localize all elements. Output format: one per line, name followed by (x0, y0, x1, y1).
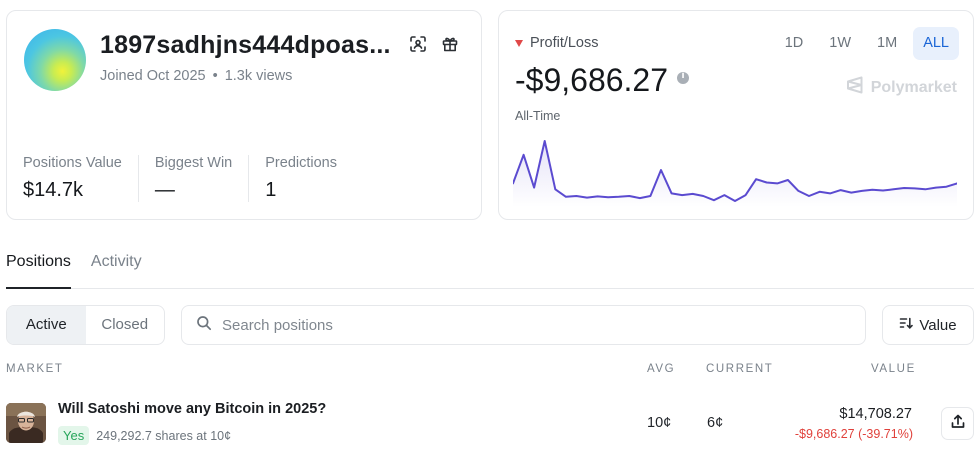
range-tab-all[interactable]: ALL (913, 27, 959, 60)
stat-label: Predictions (265, 155, 337, 171)
stat-label: Positions Value (23, 155, 122, 171)
scan-icon[interactable] (409, 35, 427, 53)
position-value: $14,708.27 (839, 406, 912, 422)
joined-date: Joined Oct 2025 (100, 68, 206, 84)
share-button[interactable] (941, 407, 974, 440)
stat-label: Biggest Win (154, 155, 233, 171)
range-tabs: 1D 1W 1M ALL (775, 27, 959, 60)
sort-icon (899, 316, 914, 334)
gift-icon[interactable] (441, 35, 459, 53)
profile-stats: Positions Value $14.7k Biggest Win — Pre… (23, 155, 353, 202)
sort-label: Value (919, 316, 957, 334)
market-subline: Yes 249,292.7 shares at 10¢ (58, 426, 231, 445)
search-box (181, 305, 866, 345)
column-header-current: CURRENT (706, 363, 774, 375)
market-title[interactable]: Will Satoshi move any Bitcoin in 2025? (58, 401, 326, 417)
pnl-period: All-Time (515, 109, 561, 123)
shares-text: 249,292.7 shares at 10¢ (96, 428, 232, 443)
outcome-badge: Yes (58, 426, 90, 445)
position-pnl: -$9,686.27 (-39.71%) (794, 427, 913, 441)
view-count: 1.3k views (224, 68, 293, 84)
status-toggle: Active Closed (6, 305, 165, 345)
pnl-chart (513, 140, 957, 207)
tab-positions[interactable]: Positions (6, 241, 71, 289)
stat-value: 1 (265, 179, 277, 201)
stat-positions-value: Positions Value $14.7k (23, 155, 138, 202)
pnl-label: Profit/Loss (515, 35, 599, 51)
pnl-card: Profit/Loss 1D 1W 1M ALL -$9,686.27 All-… (498, 10, 974, 220)
stat-biggest-win: Biggest Win — (137, 155, 248, 202)
info-icon[interactable] (677, 71, 690, 84)
brand-name: Polymarket (870, 78, 957, 96)
separator-dot: • (212, 68, 218, 84)
main-tabs: Positions Activity (6, 241, 974, 289)
range-tab-1d[interactable]: 1D (775, 27, 814, 60)
pnl-value: -$9,686.27 (515, 62, 690, 99)
search-input[interactable] (222, 316, 822, 334)
avg-price: 10¢ (647, 415, 672, 431)
down-triangle-icon (515, 39, 523, 47)
pnl-label-text: Profit/Loss (530, 35, 599, 51)
column-header-value: VALUE (871, 363, 916, 375)
stat-value: — (154, 179, 175, 201)
share-icon (951, 414, 965, 434)
sort-button[interactable]: Value (882, 305, 974, 345)
current-price: 6¢ (707, 415, 724, 431)
username: 1897sadhjns444dpoas... (100, 31, 391, 59)
polymarket-logo-icon (846, 75, 864, 100)
column-header-avg: AVG (647, 363, 676, 375)
column-header-market: MARKET (6, 363, 64, 375)
tab-activity[interactable]: Activity (91, 241, 142, 289)
profile-card: 1897sadhjns444dpoas... Joined Oct 2025 • 1… (6, 10, 482, 220)
brand-watermark: Polymarket (846, 75, 957, 100)
stat-value: $14.7k (23, 179, 84, 201)
range-tab-1m[interactable]: 1M (867, 27, 907, 60)
pnl-amount: -$9,686.27 (515, 62, 669, 98)
avatar[interactable] (24, 29, 86, 91)
search-icon (196, 315, 212, 336)
joined-row: Joined Oct 2025 • 1.3k views (100, 68, 292, 84)
segment-closed[interactable]: Closed (86, 306, 165, 344)
segment-active[interactable]: Active (7, 306, 86, 344)
range-tab-1w[interactable]: 1W (819, 27, 861, 60)
market-thumbnail (6, 403, 46, 443)
stat-predictions: Predictions 1 (248, 155, 353, 202)
